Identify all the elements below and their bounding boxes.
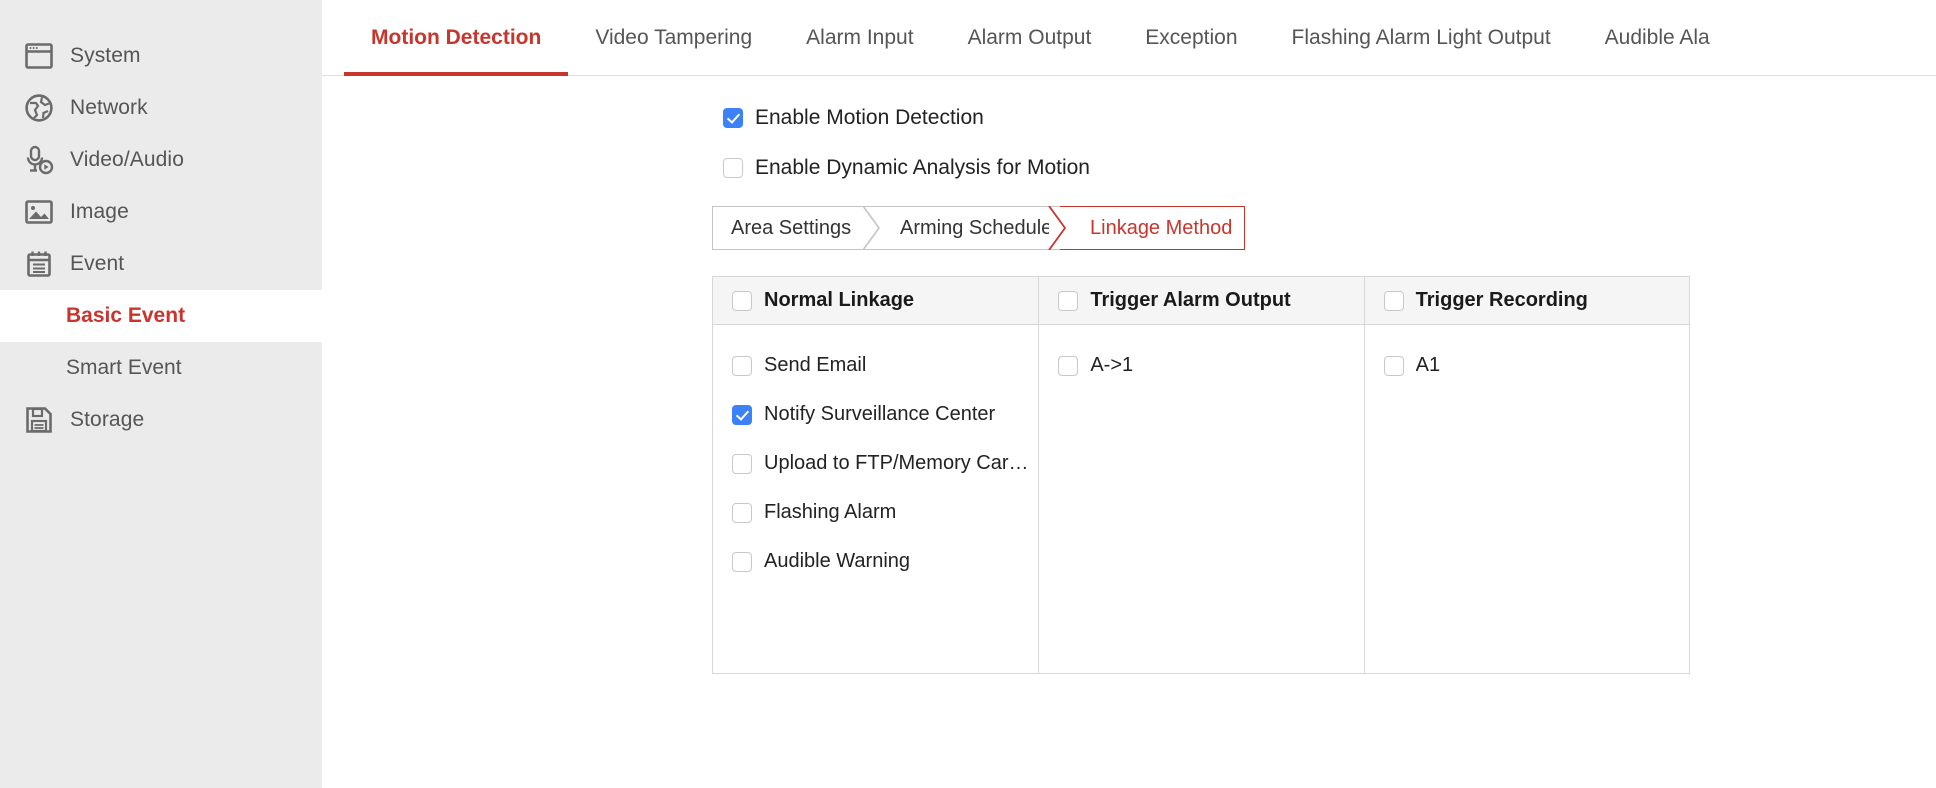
list-item[interactable]: Notify Surveillance Center <box>713 390 1038 439</box>
step-area-settings[interactable]: Area Settings <box>712 206 874 250</box>
column-header-normal-linkage[interactable]: Normal Linkage <box>713 277 1038 325</box>
sidebar-item-label: Network <box>70 96 148 120</box>
sidebar-item-basic-event[interactable]: Basic Event <box>0 290 322 342</box>
tab-label: Video Tampering <box>595 26 752 49</box>
notify-surveillance-center-checkbox[interactable] <box>732 405 752 425</box>
tab-alarm-output[interactable]: Alarm Output <box>941 0 1119 76</box>
enable-dynamic-analysis-row[interactable]: Enable Dynamic Analysis for Motion <box>723 156 1936 180</box>
enable-motion-detection-row[interactable]: Enable Motion Detection <box>723 106 1936 130</box>
wizard-steps: Area Settings Arming Schedule Linkage <box>712 206 1245 250</box>
sidebar-item-label: Event <box>70 252 124 276</box>
tab-label: Exception <box>1145 26 1237 49</box>
enable-motion-detection-label: Enable Motion Detection <box>755 106 984 130</box>
sidebar-subitem-label: Smart Event <box>66 356 182 380</box>
column-body-normal-linkage: Send Email Notify Surveillance Center Up… <box>713 325 1038 673</box>
list-item-label: Flashing Alarm <box>764 501 896 524</box>
list-item-label: Notify Surveillance Center <box>764 403 995 426</box>
upload-to-ftp-checkbox[interactable] <box>732 454 752 474</box>
globe-icon <box>22 91 56 125</box>
recording-a1-checkbox[interactable] <box>1384 356 1404 376</box>
select-all-trigger-alarm-output-checkbox[interactable] <box>1058 291 1078 311</box>
sidebar-item-network[interactable]: Network <box>0 82 322 134</box>
motion-detection-content: Enable Motion Detection Enable Dynamic A… <box>322 76 1936 674</box>
list-item-label: Send Email <box>764 354 866 377</box>
sidebar: System Network <box>0 0 322 788</box>
enable-dynamic-analysis-label: Enable Dynamic Analysis for Motion <box>755 156 1090 180</box>
tab-label: Alarm Output <box>968 26 1092 49</box>
enable-motion-detection-checkbox[interactable] <box>723 108 743 128</box>
tab-label: Flashing Alarm Light Output <box>1292 26 1551 49</box>
sidebar-item-video-audio[interactable]: Video/Audio <box>0 134 322 186</box>
step-label: Arming Schedule <box>900 217 1052 240</box>
tab-video-tampering[interactable]: Video Tampering <box>568 0 779 76</box>
flashing-alarm-checkbox[interactable] <box>732 503 752 523</box>
list-item[interactable]: Send Email <box>713 341 1038 390</box>
list-item[interactable]: Audible Warning <box>713 537 1038 586</box>
sidebar-item-image[interactable]: Image <box>0 186 322 238</box>
sidebar-item-label: Storage <box>70 408 144 432</box>
audible-warning-checkbox[interactable] <box>732 552 752 572</box>
sidebar-item-label: System <box>70 44 141 68</box>
tab-flashing-alarm-light-output[interactable]: Flashing Alarm Light Output <box>1265 0 1578 76</box>
list-item-label: A->1 <box>1090 354 1133 377</box>
floppy-disk-icon <box>22 403 56 437</box>
list-item[interactable]: Upload to FTP/Memory Card/… <box>713 439 1038 488</box>
select-all-trigger-recording-checkbox[interactable] <box>1384 291 1404 311</box>
step-label: Linkage Method <box>1090 217 1232 240</box>
sidebar-subitem-label: Basic Event <box>66 304 185 328</box>
sidebar-item-smart-event[interactable]: Smart Event <box>0 342 322 394</box>
step-label: Area Settings <box>731 217 851 240</box>
select-all-normal-linkage-checkbox[interactable] <box>732 291 752 311</box>
microphone-play-icon <box>22 143 56 177</box>
chevron-right-icon <box>1048 206 1071 250</box>
send-email-checkbox[interactable] <box>732 356 752 376</box>
sidebar-item-event[interactable]: Event <box>0 238 322 290</box>
list-item-label: Audible Warning <box>764 550 910 573</box>
list-item[interactable]: A1 <box>1365 341 1689 390</box>
column-header-trigger-recording[interactable]: Trigger Recording <box>1365 277 1689 325</box>
tab-label: Alarm Input <box>806 26 913 49</box>
list-item-label: Upload to FTP/Memory Card/… <box>764 452 1032 475</box>
event-tabbar: Motion Detection Video Tampering Alarm I… <box>322 0 1936 76</box>
sidebar-item-storage[interactable]: Storage <box>0 394 322 446</box>
tab-exception[interactable]: Exception <box>1118 0 1264 76</box>
sidebar-item-label: Image <box>70 200 129 224</box>
window-icon <box>22 39 56 73</box>
alarm-output-a-1-checkbox[interactable] <box>1058 356 1078 376</box>
list-item[interactable]: Flashing Alarm <box>713 488 1038 537</box>
main-panel: Motion Detection Video Tampering Alarm I… <box>322 0 1936 788</box>
enable-dynamic-analysis-checkbox[interactable] <box>723 158 743 178</box>
picture-icon <box>22 195 56 229</box>
step-arming-schedule[interactable]: Arming Schedule <box>874 206 1060 250</box>
app-root: System Network <box>0 0 1936 788</box>
tab-audible-alarm-output[interactable]: Audible Ala <box>1578 0 1737 76</box>
column-header-trigger-alarm-output[interactable]: Trigger Alarm Output <box>1039 277 1363 325</box>
chevron-right-icon <box>863 206 885 250</box>
linkage-column-trigger-recording: Trigger Recording A1 <box>1365 277 1689 673</box>
tab-label: Motion Detection <box>371 26 541 49</box>
sidebar-item-label: Video/Audio <box>70 148 184 172</box>
step-linkage-method[interactable]: Linkage Method <box>1060 206 1245 250</box>
tab-motion-detection[interactable]: Motion Detection <box>344 0 568 76</box>
linkage-column-trigger-alarm-output: Trigger Alarm Output A->1 <box>1039 277 1364 673</box>
column-body-trigger-alarm-output: A->1 <box>1039 325 1363 673</box>
list-item-label: A1 <box>1416 354 1440 377</box>
column-header-label: Normal Linkage <box>764 289 914 312</box>
list-item[interactable]: A->1 <box>1039 341 1363 390</box>
sidebar-item-system[interactable]: System <box>0 30 322 82</box>
tab-alarm-input[interactable]: Alarm Input <box>779 0 940 76</box>
linkage-method-table: Normal Linkage Send Email Notify Surveil… <box>712 276 1690 674</box>
tab-label: Audible Ala <box>1605 26 1710 49</box>
calendar-list-icon <box>22 247 56 281</box>
column-header-label: Trigger Alarm Output <box>1090 289 1290 312</box>
linkage-column-normal-linkage: Normal Linkage Send Email Notify Surveil… <box>713 277 1039 673</box>
column-body-trigger-recording: A1 <box>1365 325 1689 673</box>
column-header-label: Trigger Recording <box>1416 289 1588 312</box>
